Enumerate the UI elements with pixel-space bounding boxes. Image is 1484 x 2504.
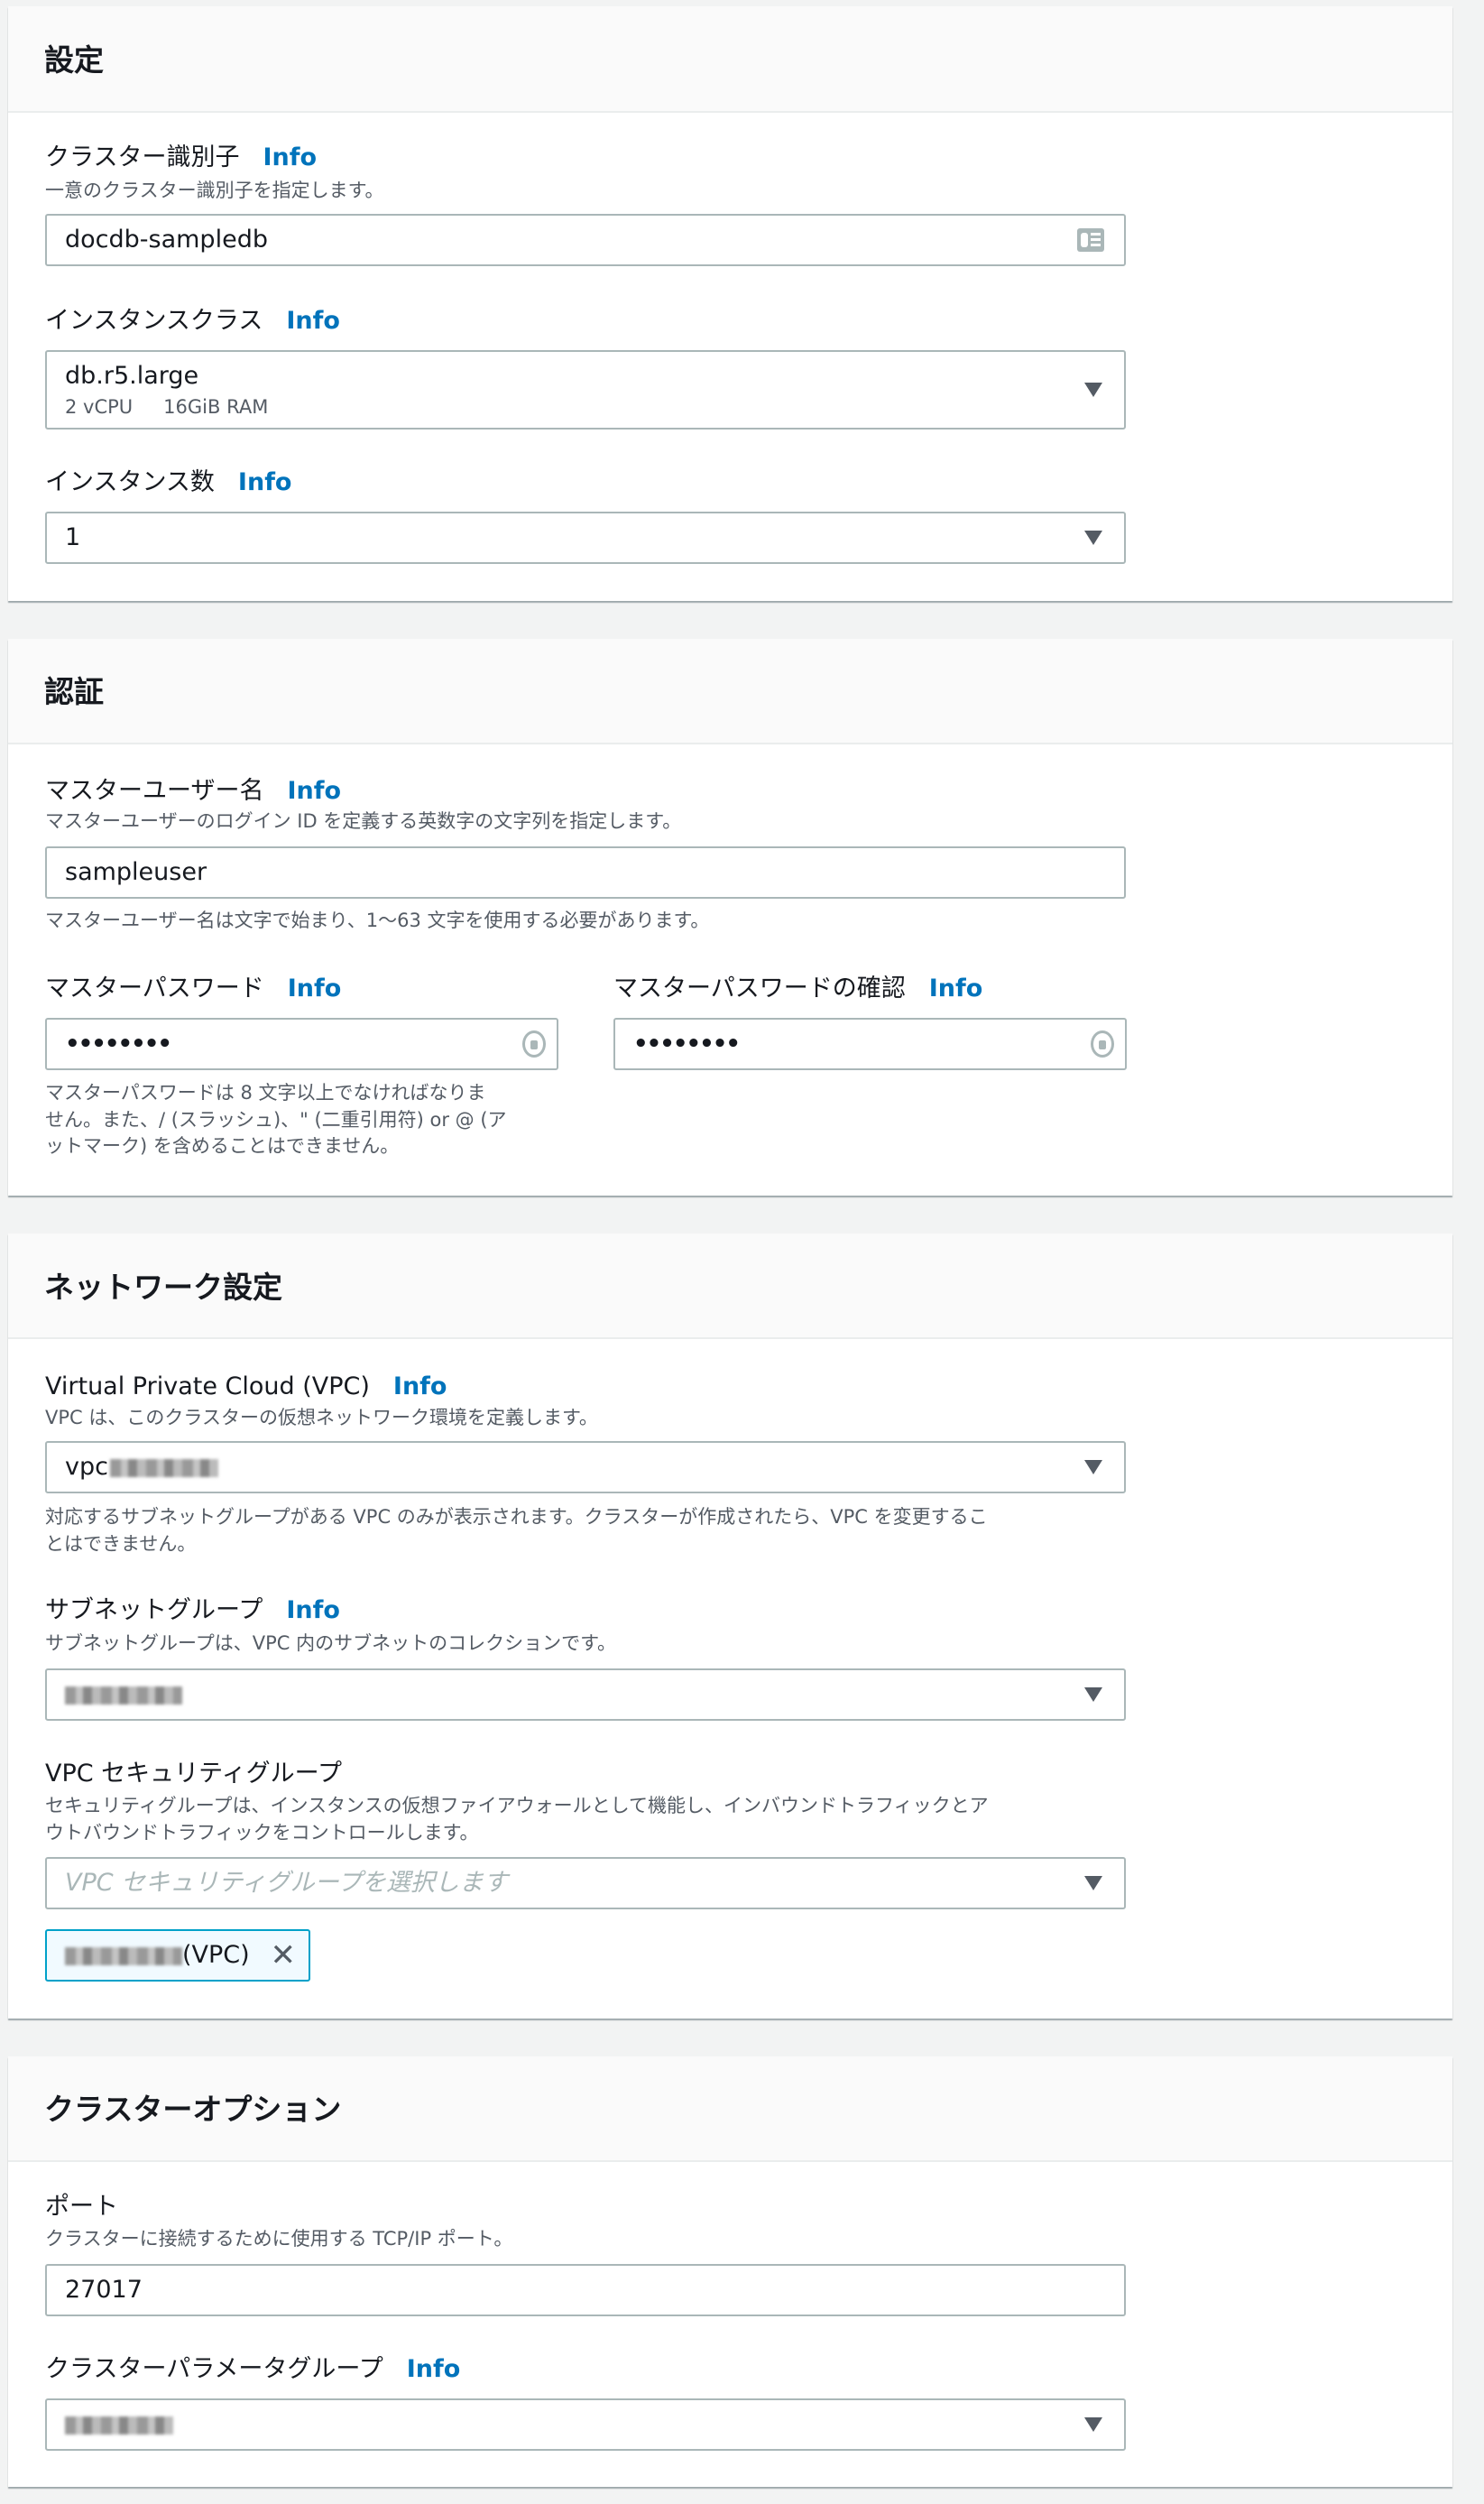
password-input[interactable]: •••••••• xyxy=(45,1018,558,1070)
username-desc: マスターユーザーのログイン ID を定義する英数字の文字列を指定します。 xyxy=(45,810,682,832)
username-hint: マスターユーザー名は文字で始まり、1〜63 文字を使用する必要があります。 xyxy=(45,910,710,931)
lock-icon xyxy=(522,1030,546,1058)
info-link[interactable]: Info xyxy=(407,2355,461,2383)
label-text: クラスターパラメータグループ xyxy=(45,2355,383,2383)
network-header: ネットワーク設定 xyxy=(8,1234,1452,1339)
section-title: ネットワーク設定 xyxy=(44,1270,282,1305)
input-value: •••••••• xyxy=(633,1030,741,1058)
select-value: 1 xyxy=(65,523,81,551)
instance-count-label: インスタンス数 Info xyxy=(45,467,292,498)
param-group-select[interactable] xyxy=(45,2398,1126,2451)
info-link[interactable]: Info xyxy=(929,975,983,1003)
cluster-id-input[interactable]: docdb-sampledb xyxy=(45,214,1126,266)
input-value: 27017 xyxy=(65,2276,143,2304)
contact-card-icon xyxy=(1077,228,1104,252)
security-group-token: (VPC) ✕ xyxy=(45,1929,310,1982)
param-group-label: クラスターパラメータグループ Info xyxy=(45,2354,460,2385)
label-text: クラスター識別子 xyxy=(45,143,240,171)
placeholder: VPC セキュリティグループを選択します xyxy=(65,1869,508,1897)
password-label: マスターパスワード Info xyxy=(45,974,341,1004)
caret-down-icon xyxy=(1084,383,1102,397)
auth-header: 認証 xyxy=(8,639,1452,744)
redacted-value xyxy=(65,1686,182,1705)
info-link[interactable]: Info xyxy=(287,777,341,805)
security-group-select[interactable]: VPC セキュリティグループを選択します xyxy=(45,1857,1126,1909)
username-input[interactable]: sampleuser xyxy=(45,846,1126,899)
caret-down-icon xyxy=(1084,531,1102,545)
select-value: db.r5.large xyxy=(65,362,199,390)
vpc-hint-1: 対応するサブネットグループがある VPC のみが表示されます。クラスターが作成さ… xyxy=(45,1506,988,1528)
subnet-desc: サブネットグループは、VPC 内のサブネットのコレクションです。 xyxy=(45,1632,617,1654)
password-hint-2: せん。また、/ (スラッシュ)、" (二重引用符) or @ (ア xyxy=(45,1109,507,1131)
cluster-id-label: クラスター識別子 Info xyxy=(45,143,317,173)
section-title: クラスターオプション xyxy=(44,2092,342,2127)
redacted-value xyxy=(65,2416,173,2435)
vpc-hint-2: とはできません。 xyxy=(45,1533,197,1555)
password-hint-3: ットマーク) を含めることはできません。 xyxy=(45,1135,400,1157)
settings-panel: 設定 クラスター識別子 Info 一意のクラスター識別子を指定します。 docdb… xyxy=(8,6,1452,601)
ram: 16GiB RAM xyxy=(163,396,269,418)
security-group-label: VPC セキュリティグループ xyxy=(45,1760,342,1788)
label-text: インスタンス数 xyxy=(45,468,215,496)
label-text: サブネットグループ xyxy=(45,1596,263,1624)
confirm-password-input[interactable]: •••••••• xyxy=(613,1018,1127,1070)
cluster-options-panel: クラスターオプション ポート クラスターに接続するために使用する TCP/IP … xyxy=(8,2056,1452,2487)
username-label: マスターユーザー名 Info xyxy=(45,776,341,807)
caret-down-icon xyxy=(1084,1460,1102,1474)
port-desc: クラスターに接続するために使用する TCP/IP ポート。 xyxy=(45,2228,513,2250)
instance-class-label: インスタンスクラス Info xyxy=(45,306,340,337)
network-panel: ネットワーク設定 Virtual Private Cloud (VPC) Info… xyxy=(8,1234,1452,2019)
confirm-password-label: マスターパスワードの確認 Info xyxy=(613,974,982,1004)
options-header: クラスターオプション xyxy=(8,2056,1452,2162)
token-label: (VPC) xyxy=(182,1941,250,1969)
vpc-label: Virtual Private Cloud (VPC) Info xyxy=(45,1372,447,1402)
port-input[interactable]: 27017 xyxy=(45,2264,1126,2316)
caret-down-icon xyxy=(1084,1687,1102,1702)
label-text: Virtual Private Cloud (VPC) xyxy=(45,1372,370,1400)
label-text: インスタンスクラス xyxy=(45,307,263,335)
close-icon[interactable]: ✕ xyxy=(271,1931,297,1980)
lock-icon xyxy=(1091,1030,1114,1058)
info-link[interactable]: Info xyxy=(238,468,292,496)
section-title: 認証 xyxy=(44,674,104,709)
caret-down-icon xyxy=(1084,2417,1102,2432)
info-link[interactable]: Info xyxy=(393,1372,447,1400)
sg-desc-1: セキュリティグループは、インスタンスの仮想ファイアウォールとして機能し、インバウ… xyxy=(45,1795,989,1816)
instance-class-select[interactable]: db.r5.large 2 vCPU 16GiB RAM xyxy=(45,350,1126,430)
vpc-desc: VPC は、このクラスターの仮想ネットワーク環境を定義します。 xyxy=(45,1407,598,1428)
port-label: ポート xyxy=(45,2193,118,2221)
input-value: docdb-sampledb xyxy=(65,226,268,254)
section-title: 設定 xyxy=(44,42,104,78)
label-text: マスターユーザー名 xyxy=(45,777,264,805)
vpc-select[interactable]: vpc xyxy=(45,1441,1126,1493)
redacted-value xyxy=(65,1946,182,1965)
instance-count-select[interactable]: 1 xyxy=(45,512,1126,564)
sg-desc-2: ウトバウンドトラフィックをコントロールします。 xyxy=(45,1822,479,1843)
subnet-label: サブネットグループ Info xyxy=(45,1595,340,1626)
info-link[interactable]: Info xyxy=(286,307,340,335)
info-link[interactable]: Info xyxy=(288,975,342,1003)
caret-down-icon xyxy=(1084,1876,1102,1890)
info-link[interactable]: Info xyxy=(263,143,317,171)
input-value: •••••••• xyxy=(65,1030,172,1058)
vcpu: 2 vCPU xyxy=(65,396,134,418)
cluster-id-desc: 一意のクラスター識別子を指定します。 xyxy=(45,180,384,201)
input-value: sampleuser xyxy=(65,858,207,886)
label-text: マスターパスワードの確認 xyxy=(613,975,906,1003)
label-text: マスターパスワード xyxy=(45,975,264,1003)
info-link[interactable]: Info xyxy=(286,1596,340,1624)
select-value: vpc xyxy=(65,1453,108,1481)
auth-panel: 認証 マスターユーザー名 Info マスターユーザーのログイン ID を定義する英… xyxy=(8,639,1452,1196)
subnet-select[interactable] xyxy=(45,1668,1126,1721)
settings-header: 設定 xyxy=(8,6,1452,113)
instance-specs: 2 vCPU 16GiB RAM xyxy=(65,395,268,419)
redacted-value xyxy=(109,1458,218,1477)
password-hint-1: マスターパスワードは 8 文字以上でなければなりま xyxy=(45,1082,486,1104)
